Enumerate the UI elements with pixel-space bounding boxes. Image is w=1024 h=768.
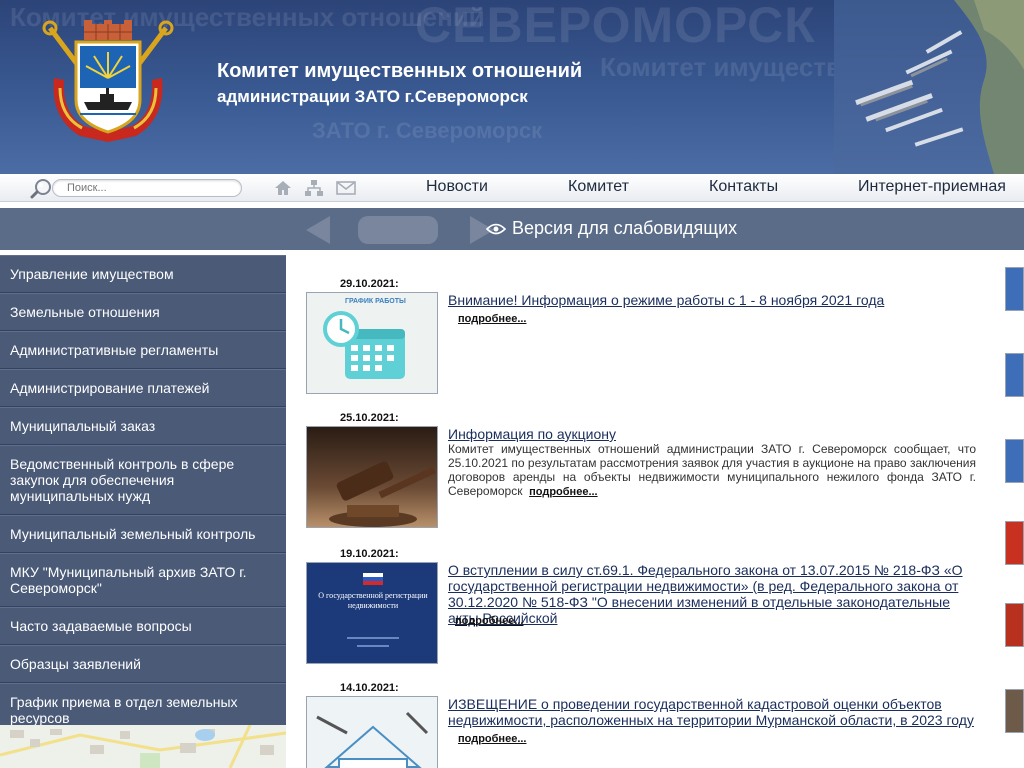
sidebar-item-municipal-archive[interactable]: МКУ "Муниципальный архив ЗАТО г. Севером… <box>0 553 286 607</box>
banner-thumb-3[interactable] <box>1005 439 1024 483</box>
search-input[interactable] <box>67 181 237 195</box>
banner-thumb-5[interactable] <box>1005 603 1024 647</box>
news-date: 29.10.2021: <box>340 278 399 290</box>
nav-link-contacts[interactable]: Контакты <box>709 178 778 196</box>
news-summary: Комитет имущественных отношений админист… <box>448 442 976 499</box>
low-vision-version-link[interactable]: Версия для слабовидящих <box>486 218 737 239</box>
read-more-link[interactable]: подробнее... <box>455 615 523 627</box>
news-date: 14.10.2021: <box>340 682 399 694</box>
more-link-wrap: подробнее... <box>455 611 523 629</box>
low-vision-version-label: Версия для слабовидящих <box>512 218 738 238</box>
sitemap-icon[interactable] <box>304 179 324 197</box>
news-thumbnail[interactable] <box>306 696 438 768</box>
news-item: 29.10.2021: ГРАФИК РАБОТЫ Внимание! Инфо… <box>306 278 978 398</box>
sidebar-item-application-samples[interactable]: Образцы заявлений <box>0 645 286 683</box>
nav-link-reception[interactable]: Интернет-приемная <box>858 178 1006 196</box>
news-date: 19.10.2021: <box>340 548 399 560</box>
search-icon[interactable] <box>30 177 64 199</box>
law-book-cover-icon: О государственной регистрации недвижимос… <box>307 563 437 663</box>
site-subtitle: администрации ЗАТО г.Североморск <box>217 87 528 106</box>
gavel-icon <box>329 461 436 527</box>
sidebar-item-land-control[interactable]: Муниципальный земельный контроль <box>0 515 286 553</box>
nav-link-committee[interactable]: Комитет <box>568 178 629 196</box>
nav-link-news[interactable]: Новости <box>426 178 488 196</box>
news-title-link[interactable]: Информация по аукциону <box>448 426 978 442</box>
calendar-clock-icon: ГРАФИК РАБОТЫ <box>307 293 437 379</box>
sidebar-item-faq[interactable]: Часто задаваемые вопросы <box>0 607 286 645</box>
decorative-arrows-icon <box>306 216 494 244</box>
news-item: 25.10.2021: Информация по аукциону Комит… <box>306 412 978 532</box>
accessibility-bar: Версия для слабовидящих <box>0 208 1024 250</box>
search-field <box>52 179 242 197</box>
banner-thumb-4[interactable] <box>1005 521 1024 565</box>
read-more-link[interactable]: подробнее... <box>458 313 526 325</box>
mail-icon[interactable] <box>336 179 356 197</box>
banner-thumb-2[interactable] <box>1005 353 1024 397</box>
page: Комитет имущественных отношений СЕВЕРОМО… <box>0 0 1024 768</box>
home-icon[interactable] <box>273 179 293 197</box>
news-thumbnail[interactable]: О государственной регистрации недвижимос… <box>306 562 438 664</box>
right-banner-strip <box>1005 255 1024 768</box>
sidebar-item-property-management[interactable]: Управление имуществом <box>0 255 286 293</box>
banner-thumb-6[interactable] <box>1005 689 1024 733</box>
site-header: Комитет имущественных отношений СЕВЕРОМО… <box>0 0 1024 174</box>
read-more-link[interactable]: подробнее... <box>529 486 597 498</box>
coat-of-arms-icon <box>42 20 174 142</box>
sidebar-item-admin-regulations[interactable]: Административные регламенты <box>0 331 286 369</box>
sidebar-menu: Управление имуществом Земельные отношени… <box>0 255 286 737</box>
city-map-image[interactable] <box>0 725 286 768</box>
more-link-wrap: подробнее... <box>458 309 526 327</box>
thumb-caption: О государственной регистрации недвижимос… <box>318 591 428 610</box>
thumb-caption: ГРАФИК РАБОТЫ <box>345 298 406 305</box>
news-title-link[interactable]: О вступлении в силу ст.69.1. Федеральног… <box>448 562 978 626</box>
site-title: Комитет имущественных отношений <box>217 60 583 82</box>
sidebar-item-municipal-order[interactable]: Муниципальный заказ <box>0 407 286 445</box>
search-box <box>30 177 242 199</box>
news-thumbnail[interactable]: ГРАФИК РАБОТЫ <box>306 292 438 394</box>
banner-thumb-1[interactable] <box>1005 267 1024 311</box>
news-item: 14.10.2021: ИЗВЕЩЕНИЕ о проведении госуд… <box>306 682 978 768</box>
sidebar-item-procurement-control[interactable]: Ведомственный контроль в сфере закупок д… <box>0 445 286 515</box>
sidebar-item-land-relations[interactable]: Земельные отношения <box>0 293 286 331</box>
harbor-photo <box>834 0 1024 174</box>
news-date: 25.10.2021: <box>340 412 399 424</box>
header-bg-text-zato: ЗАТО г. Североморск <box>312 118 543 143</box>
news-title-link[interactable]: ИЗВЕЩЕНИЕ о проведении государственной к… <box>448 696 978 728</box>
house-drawing-icon <box>307 697 437 768</box>
news-thumbnail[interactable] <box>306 426 438 528</box>
read-more-link[interactable]: подробнее... <box>458 733 526 745</box>
header-bg-text-city: СЕВЕРОМОРСК <box>415 0 816 53</box>
news-item: 19.10.2021: О государственной регистраци… <box>306 548 978 668</box>
eye-icon <box>486 223 506 234</box>
more-link-wrap: подробнее... <box>458 729 526 747</box>
sidebar-item-payment-administration[interactable]: Администрирование платежей <box>0 369 286 407</box>
news-summary-text: Комитет имущественных отношений админист… <box>448 442 976 498</box>
news-title-link[interactable]: Внимание! Информация о режиме работы с 1… <box>448 292 978 308</box>
top-nav-bar: Новости Комитет Контакты Интернет-приемн… <box>0 174 1024 202</box>
